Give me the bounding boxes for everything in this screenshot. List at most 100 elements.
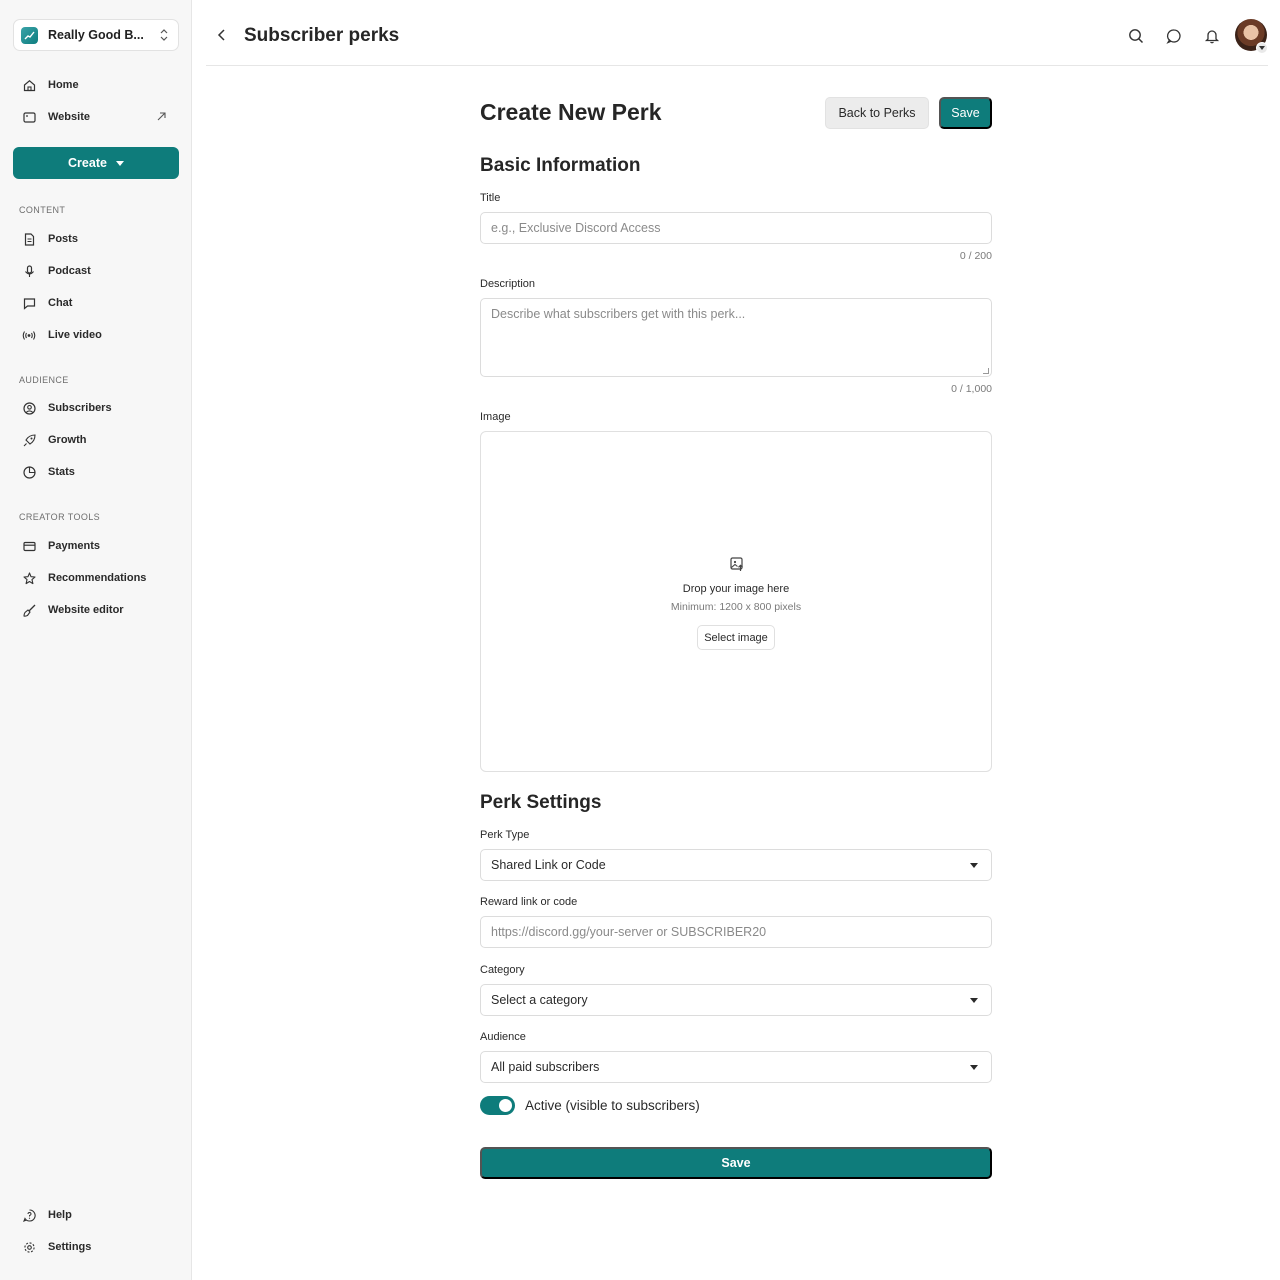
gear-icon <box>22 1240 36 1254</box>
sidebar-item-settings[interactable]: Settings <box>13 1234 179 1260</box>
save-bottom-button[interactable]: Save <box>480 1147 992 1179</box>
perk-settings-heading: Perk Settings <box>480 792 602 813</box>
sidebar-item-stats[interactable]: Stats <box>13 459 179 485</box>
sidebar-item-label: Posts <box>48 233 78 245</box>
messages-icon[interactable] <box>1164 26 1184 46</box>
broadcast-icon <box>22 328 36 342</box>
publication-logo-icon <box>21 26 38 44</box>
sidebar-item-recommendations[interactable]: Recommendations <box>13 565 179 591</box>
sidebar-item-label: Payments <box>48 540 100 552</box>
pie-chart-icon <box>22 465 36 479</box>
image-dropzone[interactable]: Drop your image here Minimum: 1200 x 800… <box>480 431 992 772</box>
title-label: Title <box>480 192 501 204</box>
basic-information-heading: Basic Information <box>480 155 641 176</box>
user-circle-icon <box>22 401 36 415</box>
category-select[interactable]: Select a category <box>480 984 992 1016</box>
dropzone-title: Drop your image here <box>682 583 790 595</box>
reward-label: Reward link or code <box>480 896 578 908</box>
sidebar-item-help[interactable]: Help <box>13 1202 179 1228</box>
notification-bell-icon[interactable] <box>1202 26 1222 46</box>
caret-down-icon <box>115 160 124 166</box>
dropdown-arrow-icon <box>970 998 978 1003</box>
sidebar-item-label: Website editor <box>48 604 124 616</box>
toggle-knob <box>499 1099 512 1112</box>
active-toggle-label: Active (visible to subscribers) <box>525 1098 700 1113</box>
browser-icon <box>22 110 36 124</box>
description-textarea[interactable]: Describe what subscribers get with this … <box>480 298 992 377</box>
sidebar: Really Good B... Home Website Create CON… <box>0 0 192 1280</box>
microphone-icon <box>22 264 36 278</box>
save-button[interactable]: Save <box>939 97 992 129</box>
active-toggle[interactable] <box>480 1096 515 1115</box>
audience-select[interactable]: All paid subscribers <box>480 1051 992 1083</box>
sidebar-item-website-editor[interactable]: Website editor <box>13 597 179 623</box>
sidebar-item-label: Stats <box>48 466 75 478</box>
sidebar-item-website[interactable]: Website <box>13 104 179 130</box>
perk-type-value: Shared Link or Code <box>491 858 606 872</box>
reward-input[interactable]: https://discord.gg/your-server or SUBSCR… <box>480 916 992 948</box>
category-label: Category <box>480 964 525 976</box>
audience-label: Audience <box>480 1031 526 1043</box>
image-label: Image <box>480 411 511 423</box>
document-icon <box>22 232 36 246</box>
resize-handle-icon[interactable] <box>983 368 989 374</box>
sidebar-item-podcast[interactable]: Podcast <box>13 258 179 284</box>
sidebar-item-label: Home <box>48 79 79 91</box>
sidebar-item-label: Help <box>48 1209 72 1221</box>
brush-icon <box>22 603 36 617</box>
description-label: Description <box>480 278 536 290</box>
description-char-counter: 0 / 1,000 <box>951 383 992 395</box>
dropzone-requirements: Minimum: 1200 x 800 pixels <box>670 601 802 613</box>
sidebar-item-growth[interactable]: Growth <box>13 427 179 453</box>
chevron-up-down-icon <box>158 28 170 42</box>
description-placeholder: Describe what subscribers get with this … <box>491 307 746 321</box>
home-icon <box>22 78 36 92</box>
title-char-counter: 0 / 200 <box>959 250 992 262</box>
image-upload-icon <box>729 556 745 572</box>
select-image-button[interactable]: Select image <box>697 625 775 650</box>
help-icon <box>22 1208 36 1222</box>
sidebar-item-label: Settings <box>48 1241 92 1253</box>
sidebar-item-home[interactable]: Home <box>13 72 179 98</box>
dropdown-arrow-icon <box>970 863 978 868</box>
top-bar: Subscriber perks <box>206 6 1268 66</box>
category-value: Select a category <box>491 993 588 1007</box>
sidebar-item-label: Growth <box>48 434 87 446</box>
dropdown-arrow-icon <box>970 1065 978 1070</box>
publication-switcher[interactable]: Really Good B... <box>13 19 179 51</box>
title-placeholder: e.g., Exclusive Discord Access <box>491 221 661 235</box>
sidebar-item-live-video[interactable]: Live video <box>13 322 179 348</box>
back-to-perks-button[interactable]: Back to Perks <box>825 97 929 129</box>
sidebar-item-label: Subscribers <box>48 402 112 414</box>
sidebar-item-label: Chat <box>48 297 73 309</box>
section-label-content: CONTENT <box>19 205 66 215</box>
section-label-creator-tools: CREATOR TOOLS <box>19 512 101 522</box>
publication-name: Really Good B... <box>48 28 144 42</box>
title-input[interactable]: e.g., Exclusive Discord Access <box>480 212 992 244</box>
page-title: Subscriber perks <box>244 25 400 46</box>
sidebar-item-subscribers[interactable]: Subscribers <box>13 395 179 421</box>
sidebar-item-label: Podcast <box>48 265 91 277</box>
reward-placeholder: https://discord.gg/your-server or SUBSCR… <box>491 925 767 939</box>
perk-type-label: Perk Type <box>480 829 530 841</box>
sidebar-item-label: Recommendations <box>48 572 147 584</box>
form-heading: Create New Perk <box>480 99 662 125</box>
sidebar-item-label: Live video <box>48 329 102 341</box>
account-menu-caret-icon[interactable] <box>1256 42 1268 54</box>
back-chevron-icon[interactable] <box>214 27 230 43</box>
sidebar-item-posts[interactable]: Posts <box>13 226 179 252</box>
sidebar-item-label: Website <box>48 111 90 123</box>
create-button-label: Create <box>68 156 107 170</box>
star-icon <box>22 571 36 585</box>
create-button[interactable]: Create <box>13 147 179 179</box>
audience-value: All paid subscribers <box>491 1060 600 1074</box>
rocket-icon <box>22 433 36 447</box>
chat-icon <box>22 296 36 310</box>
search-icon[interactable] <box>1126 26 1146 46</box>
credit-card-icon <box>22 539 36 553</box>
perk-type-select[interactable]: Shared Link or Code <box>480 849 992 881</box>
sidebar-item-payments[interactable]: Payments <box>13 533 179 559</box>
section-label-audience: AUDIENCE <box>19 375 69 385</box>
external-link-icon <box>156 111 167 122</box>
sidebar-item-chat[interactable]: Chat <box>13 290 179 316</box>
